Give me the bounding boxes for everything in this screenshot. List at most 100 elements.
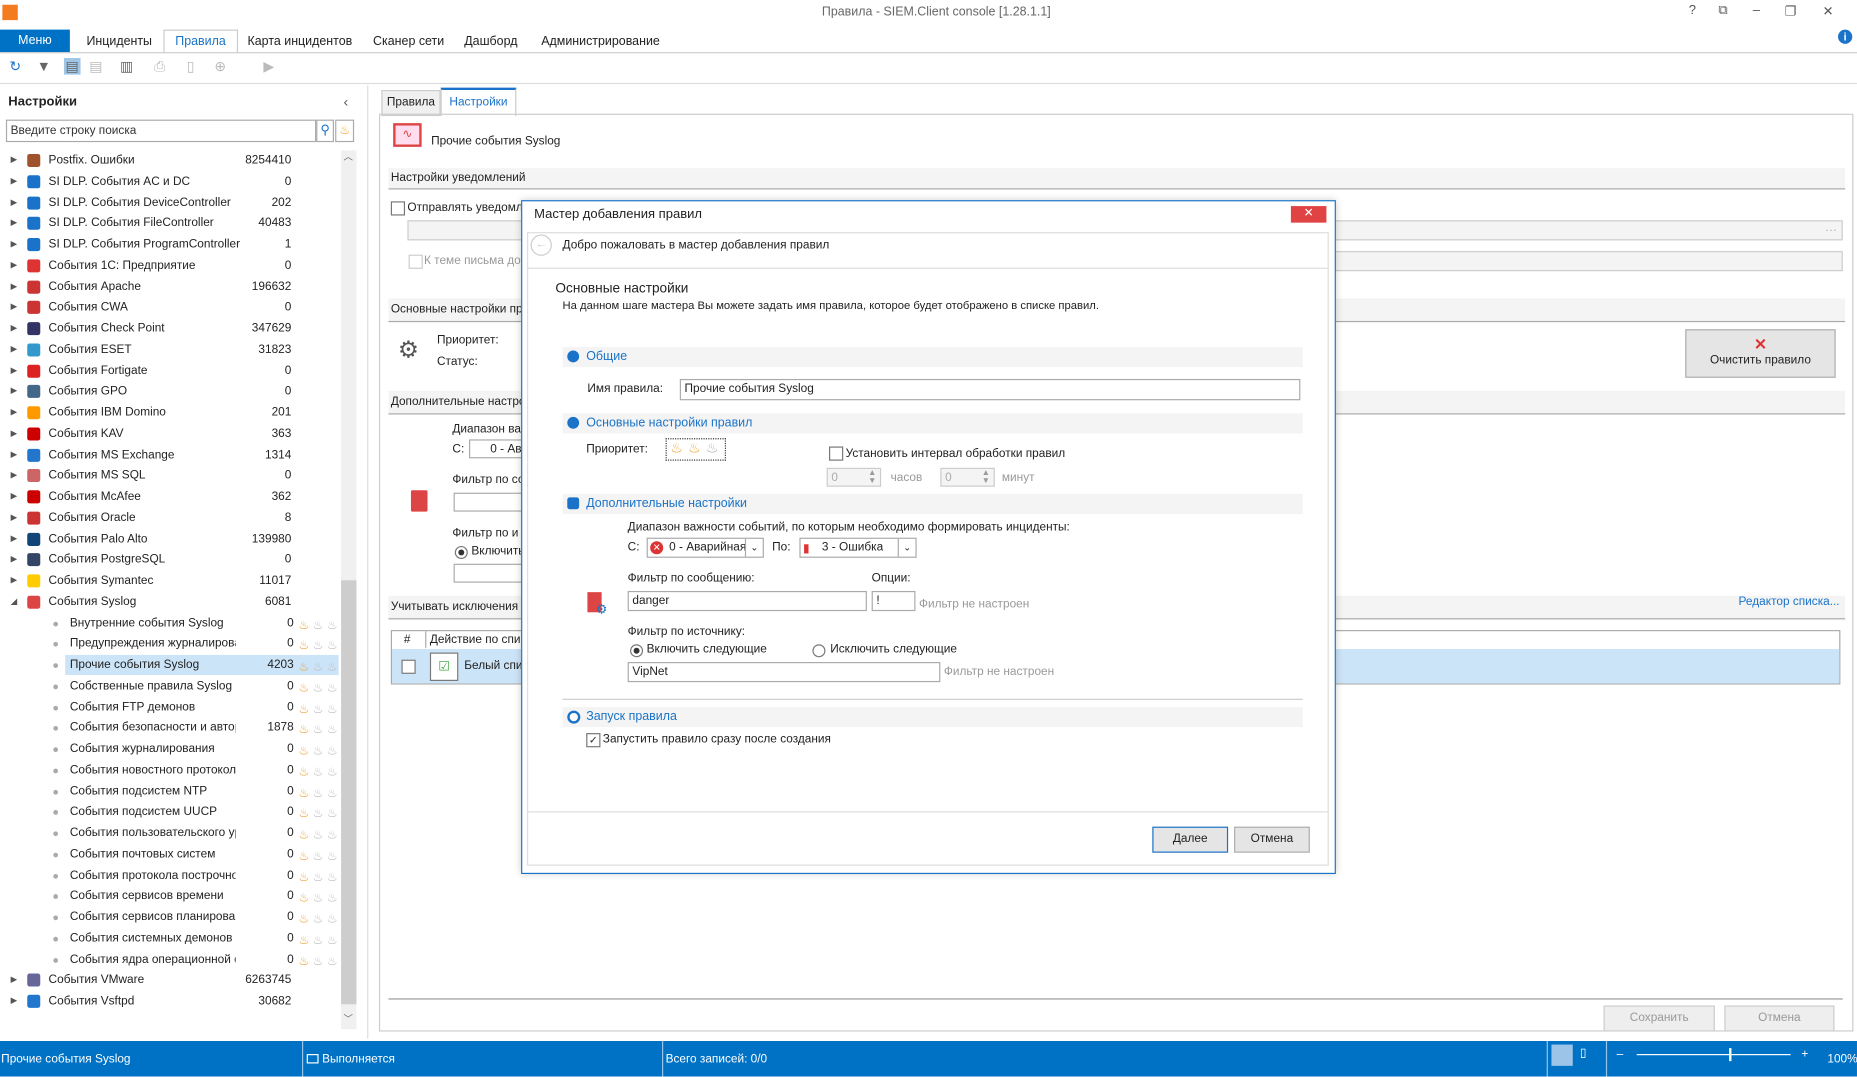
expand-arrow-icon[interactable]: ▶ [11, 445, 17, 465]
interval-checkbox[interactable] [829, 446, 844, 461]
tree-item[interactable]: ◢ События Syslog 6081 [0, 592, 339, 612]
scroll-up-icon[interactable]: ︿ [343, 150, 352, 163]
exclude-radio[interactable] [812, 644, 826, 658]
spin-arrows-icon[interactable]: ▲ ▼ [868, 469, 876, 486]
tree-item[interactable]: ▶ События MS SQL 0 [0, 466, 339, 486]
search-icon[interactable]: ⚲ [316, 119, 334, 143]
tree-child-item[interactable]: Внутренние события Syslog 0 ♨ ♨ ♨ [0, 613, 339, 633]
normal-view-button[interactable] [1551, 1044, 1573, 1066]
sidebar-scrollbar[interactable]: ︿ ﹀ [341, 150, 357, 1030]
tab-incident-map[interactable]: Карта инцидентов [240, 31, 359, 52]
tree-item[interactable]: ▶ События PostgreSQL 0 [0, 550, 339, 570]
expand-arrow-icon[interactable]: ▶ [11, 192, 17, 212]
launch-now-checkbox[interactable]: ✓ [586, 733, 601, 748]
expanded-arrow-icon[interactable]: ◢ [11, 592, 17, 612]
src-filter-field[interactable] [453, 563, 525, 583]
tree-child-item[interactable]: События ядра операционной системы0♨♨♨ [0, 949, 339, 969]
expand-arrow-icon[interactable]: ▶ [11, 382, 17, 402]
expand-arrow-icon[interactable]: ▶ [11, 361, 17, 381]
tree-item[interactable]: ▶ События ESET 31823 [0, 340, 339, 360]
tree-item[interactable]: ▶ События VMware 6263745 [0, 970, 339, 990]
priority-flame-icon[interactable]: ♨ [706, 439, 719, 456]
expand-arrow-icon[interactable]: ▶ [11, 970, 17, 990]
zoom-out-button[interactable]: – [1617, 1048, 1624, 1061]
expand-arrow-icon[interactable]: ▶ [11, 213, 17, 233]
tree-child-item[interactable]: События новостного протокола 0 ♨ ♨ ♨ [0, 760, 339, 780]
expand-arrow-icon[interactable]: ▶ [11, 529, 17, 549]
tree-child-item[interactable]: События протокола построчной печати0♨♨♨ [0, 865, 339, 885]
menu-button[interactable]: Меню [0, 29, 70, 53]
add-rule-icon[interactable]: ▤ [63, 58, 81, 75]
subject-add-checkbox[interactable] [408, 254, 423, 269]
tree-item[interactable]: ▶ События IBM Domino 201 [0, 403, 339, 423]
collapse-sidebar-button[interactable]: ‹ [343, 94, 348, 111]
tab-network-scanner[interactable]: Сканер сети [366, 31, 451, 52]
info-icon[interactable]: i [1838, 29, 1853, 44]
rule-name-input[interactable]: Прочие события Syslog [679, 378, 1301, 401]
expand-arrow-icon[interactable]: ▶ [11, 466, 17, 486]
clear-rule-button[interactable]: ✕ Очистить правило [1685, 329, 1836, 378]
expand-arrow-icon[interactable]: ▶ [11, 277, 17, 297]
dialog-close-button[interactable]: ✕ [1290, 206, 1327, 223]
cancel-button[interactable]: Отмена [1724, 1005, 1835, 1032]
tree-child-item[interactable]: События подсистем NTP 0 ♨ ♨ ♨ [0, 781, 339, 801]
tree-item[interactable]: ▶ События Check Point 347629 [0, 319, 339, 339]
filter-check-icon[interactable]: ▼ [36, 58, 53, 75]
include-radio[interactable] [454, 545, 468, 559]
options-input[interactable]: ! [871, 590, 916, 612]
to-severity-select[interactable]: ▮ 3 - Ошибка ⌄ [799, 537, 917, 558]
tree-child-item[interactable]: События сервисов планирования0♨♨♨ [0, 907, 339, 927]
expand-arrow-icon[interactable]: ▶ [11, 340, 17, 360]
expand-arrow-icon[interactable]: ▶ [11, 150, 17, 170]
main-tab-rules[interactable]: Правила [381, 90, 441, 117]
src-filter-input[interactable]: VipNet [627, 662, 941, 683]
tree-item[interactable]: ▶ SI DLP. События FileController 40483 [0, 213, 339, 233]
close-window-button[interactable]: ✕ [1823, 4, 1834, 19]
priority-selector[interactable]: ♨ ♨ ♨ [665, 438, 726, 461]
expand-arrow-icon[interactable]: ▶ [11, 424, 17, 444]
tree-child-item[interactable]: События сервисов времени 0 ♨ ♨ ♨ [0, 886, 339, 906]
tab-rules[interactable]: Правила [163, 29, 238, 54]
tree-item[interactable]: ▶ SI DLP. События AC и DC 0 [0, 171, 339, 191]
tree-child-item[interactable]: Собственные правила Syslog 0 ♨ ♨ ♨ [0, 676, 339, 696]
msg-filter-field[interactable] [453, 492, 525, 512]
search-input[interactable]: Введите строку поиска [5, 119, 317, 143]
tab-incidents[interactable]: Инциденты [79, 31, 159, 52]
export-icon[interactable]: ⊕ [212, 58, 229, 75]
main-tab-settings[interactable]: Настройки [440, 87, 517, 117]
print-icon[interactable]: ⎙ [152, 58, 169, 75]
tree-child-item[interactable]: События безопасности и авторизации1878♨♨… [0, 718, 339, 738]
tree-item[interactable]: ▶ События MS Exchange 1314 [0, 445, 339, 465]
expand-arrow-icon[interactable]: ▶ [11, 403, 17, 423]
tree-child-item[interactable]: События пользовательского уровня0♨♨♨ [0, 823, 339, 843]
next-button[interactable]: Далее [1152, 826, 1229, 853]
tree-child-item[interactable]: События FTP демонов 0 ♨ ♨ ♨ [0, 697, 339, 717]
expand-arrow-icon[interactable]: ▶ [11, 319, 17, 339]
scroll-thumb[interactable] [341, 580, 357, 1005]
expand-arrow-icon[interactable]: ▶ [11, 508, 17, 528]
msg-filter-input[interactable]: danger [627, 590, 867, 612]
restore-layout-button[interactable]: ⧉ [1718, 4, 1727, 19]
tree-item[interactable]: ▶ События GPO 0 [0, 382, 339, 402]
expand-arrow-icon[interactable]: ▶ [11, 234, 17, 254]
expand-arrow-icon[interactable]: ▶ [11, 487, 17, 507]
help-button[interactable]: ? [1689, 4, 1696, 18]
scroll-down-icon[interactable]: ﹀ [343, 1013, 352, 1026]
zoom-slider[interactable] [1636, 1054, 1791, 1056]
include-radio-dialog[interactable] [630, 644, 644, 658]
tree-item[interactable]: ▶ SI DLP. События ProgramController 1 [0, 234, 339, 254]
row-checkbox[interactable] [401, 659, 416, 674]
tree-item[interactable]: ▶ События CWA 0 [0, 298, 339, 318]
tree-child-item[interactable]: События подсистем UUCP 0 ♨ ♨ ♨ [0, 802, 339, 822]
reading-view-button[interactable]: ▯ [1580, 1047, 1587, 1060]
tree-child-item[interactable]: Прочие события Syslog 4203 ♨ ♨ ♨ [53, 654, 339, 676]
minimize-button[interactable]: – [1753, 4, 1760, 18]
tab-dashboard[interactable]: Дашборд [457, 31, 524, 52]
tree-item[interactable]: ▶ События Symantec 11017 [0, 571, 339, 591]
zoom-in-button[interactable]: + [1801, 1048, 1808, 1061]
maximize-button[interactable]: ❐ [1785, 4, 1797, 19]
spin-arrows-icon[interactable]: ▲ ▼ [982, 469, 990, 486]
back-icon[interactable]: ← [530, 234, 552, 256]
tree-item[interactable]: ▶ SI DLP. События DeviceController 202 [0, 192, 339, 212]
tree-item[interactable]: ▶ Postfix. Ошибки 8254410 [0, 150, 339, 170]
